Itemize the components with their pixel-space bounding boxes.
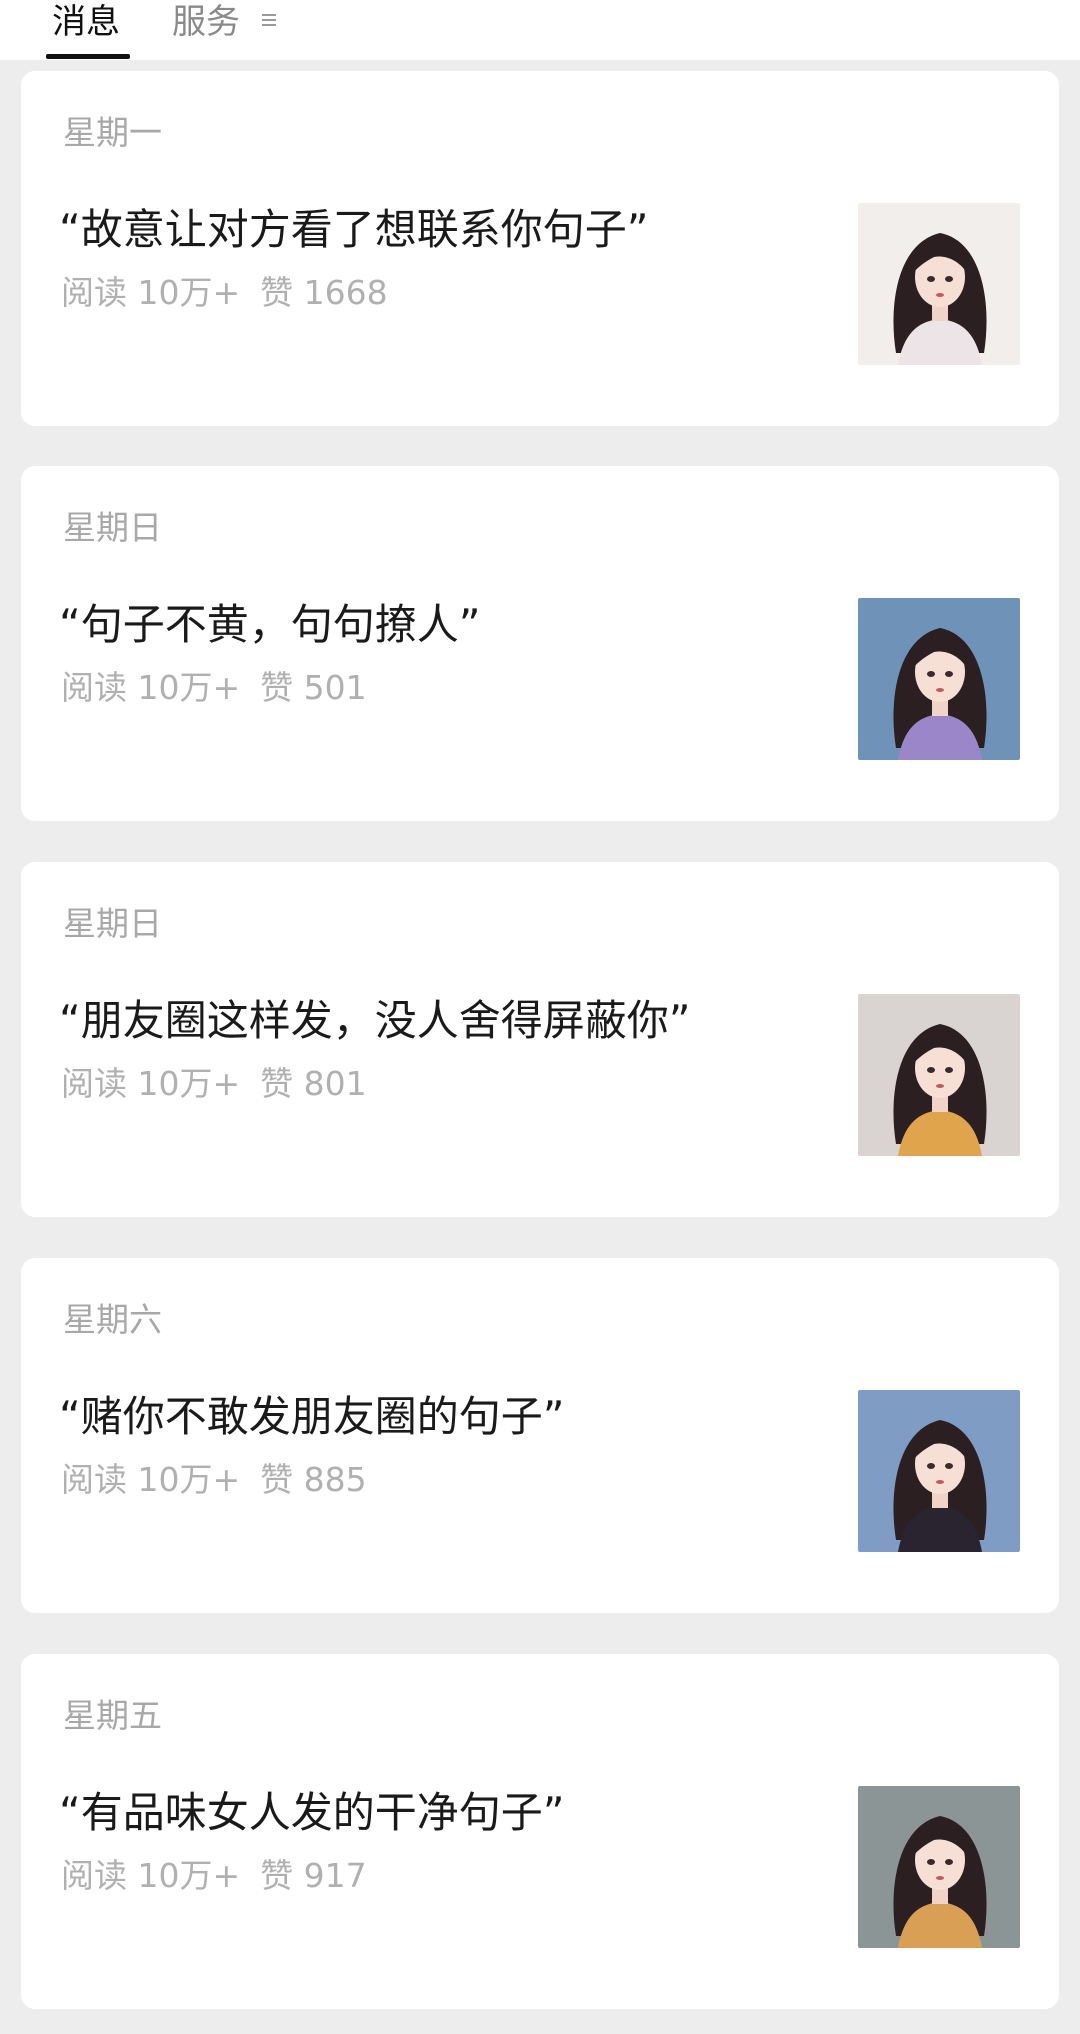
read-count: 阅读 10万+ [61, 668, 241, 707]
like-count: 赞 501 [260, 668, 367, 707]
article-card[interactable]: 星期六 “赌你不敢发朋友圈的句子” 阅读 10万+ 赞 885 [21, 1258, 1059, 1613]
article-date: 星期一 [63, 113, 162, 152]
article-thumbnail[interactable] [858, 994, 1020, 1156]
article-title[interactable]: “赌你不敢发朋友圈的句子” [59, 1392, 839, 1442]
article-thumbnail[interactable] [858, 203, 1020, 365]
article-stats: 阅读 10万+ 赞 917 [61, 1856, 367, 1896]
article-title[interactable]: “句子不黄，句句撩人” [59, 600, 839, 650]
read-count: 阅读 10万+ [61, 1064, 241, 1103]
read-count: 阅读 10万+ [61, 273, 241, 312]
article-title[interactable]: “故意让对方看了想联系你句子” [59, 205, 839, 255]
article-card[interactable]: 星期一 “故意让对方看了想联系你句子” 阅读 10万+ 赞 1668 [21, 71, 1059, 426]
like-count: 赞 917 [260, 1856, 367, 1895]
article-date: 星期日 [63, 508, 162, 547]
article-stats: 阅读 10万+ 赞 885 [61, 1460, 367, 1500]
article-date: 星期六 [63, 1300, 162, 1339]
like-count: 赞 801 [260, 1064, 367, 1103]
article-stats: 阅读 10万+ 赞 801 [61, 1064, 367, 1104]
read-count: 阅读 10万+ [61, 1856, 241, 1895]
article-card[interactable]: 星期五 “有品味女人发的干净句子” 阅读 10万+ 赞 917 [21, 1654, 1059, 2009]
menu-lines-icon[interactable] [262, 13, 276, 28]
article-card[interactable]: 星期日 “朋友圈这样发，没人舍得屏蔽你” 阅读 10万+ 赞 801 [21, 862, 1059, 1217]
tab-services[interactable]: 服务 [172, 0, 240, 44]
article-thumbnail[interactable] [858, 1390, 1020, 1552]
article-date: 星期日 [63, 904, 162, 943]
article-stats: 阅读 10万+ 赞 501 [61, 668, 367, 708]
article-thumbnail[interactable] [858, 598, 1020, 760]
article-card[interactable]: 星期日 “句子不黄，句句撩人” 阅读 10万+ 赞 501 [21, 466, 1059, 821]
active-tab-indicator [46, 54, 130, 59]
like-count: 赞 1668 [260, 273, 388, 312]
tab-bar: 消息 服务 [0, 0, 1080, 60]
article-thumbnail[interactable] [858, 1786, 1020, 1948]
article-date: 星期五 [63, 1696, 162, 1735]
like-count: 赞 885 [260, 1460, 367, 1499]
article-stats: 阅读 10万+ 赞 1668 [61, 273, 388, 313]
read-count: 阅读 10万+ [61, 1460, 241, 1499]
article-title[interactable]: “朋友圈这样发，没人舍得屏蔽你” [59, 996, 839, 1046]
tab-messages[interactable]: 消息 [52, 0, 120, 44]
article-title[interactable]: “有品味女人发的干净句子” [59, 1788, 839, 1838]
